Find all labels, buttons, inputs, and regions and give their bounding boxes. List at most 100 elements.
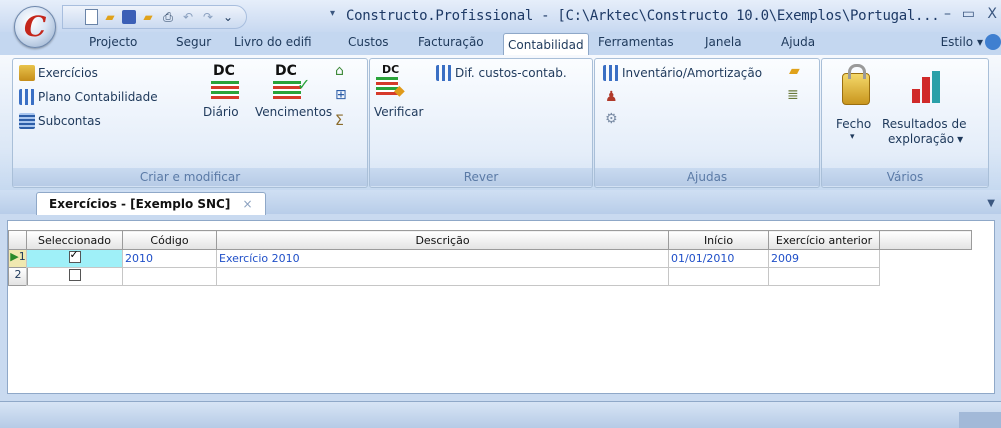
style-menu[interactable]: Estilo ▾ — [941, 35, 983, 49]
grid-corner — [8, 230, 27, 250]
tab-livro-do-edificio[interactable]: Livro do edifi — [234, 35, 312, 53]
inventario-label: Inventário/Amortização — [622, 66, 763, 80]
col-descricao[interactable]: Descrição — [216, 230, 669, 250]
maximize-button[interactable]: ▭ — [962, 6, 975, 22]
tab-projecto[interactable]: Projecto — [89, 35, 137, 53]
cell-anterior[interactable]: 2009 — [768, 249, 880, 268]
minimize-button[interactable]: – — [944, 6, 951, 22]
cell-anterior[interactable] — [768, 267, 880, 286]
group-label-criar: Criar e modificar — [13, 168, 367, 186]
app-menu-button[interactable]: C — [14, 6, 56, 48]
close-tab-icon[interactable]: × — [243, 197, 253, 211]
bar-chart-icon — [912, 71, 942, 103]
resultados-label-2: exploração ▾ — [888, 132, 964, 146]
tab-contabilidade[interactable]: Contabilidad — [503, 33, 589, 56]
dif-label: Dif. custos-contab. — [455, 66, 567, 80]
tab-scroll-down-icon[interactable]: ▼ — [987, 198, 995, 209]
col-filler — [879, 230, 972, 250]
sum-icon[interactable]: Σ — [335, 113, 351, 129]
cell-descricao[interactable] — [216, 267, 669, 286]
row-header-2[interactable]: 2 — [8, 267, 28, 286]
table-row[interactable]: 2010 Exercício 2010 01/01/2010 2009 — [26, 248, 972, 268]
quick-access-toolbar: ▰ ▰ ⎙ ↶ ↷ ⌄ — [62, 5, 247, 29]
group-rever: DC ◆ Verificar Dif. custos-contab. Rever — [369, 58, 593, 188]
redo-icon[interactable]: ↷ — [200, 9, 216, 25]
diario-icon — [211, 81, 239, 99]
exercicios-grid: ▶1 2 Seleccionado Código Descrição Iníci… — [7, 220, 995, 394]
diario-label: Diário — [203, 105, 239, 119]
col-codigo[interactable]: Código — [122, 230, 217, 250]
print-icon[interactable]: ⎙ — [160, 9, 176, 25]
grid-icon — [19, 113, 35, 129]
table-row[interactable] — [26, 267, 972, 286]
tab-ajuda[interactable]: Ajuda — [781, 35, 815, 53]
app-logo-letter: C — [24, 10, 47, 43]
row-pointer-icon: ▶ — [10, 250, 19, 263]
cell-descricao[interactable]: Exercício 2010 — [216, 249, 669, 268]
plano-label: Plano Contabilidade — [38, 90, 158, 104]
building-icon[interactable]: ⌂ — [335, 63, 351, 79]
checkbox-checked[interactable] — [68, 248, 81, 263]
tab-janela[interactable]: Janela — [705, 35, 742, 53]
col-seleccionado[interactable]: Seleccionado — [26, 230, 123, 250]
tab-segur[interactable]: Segur — [176, 35, 211, 53]
close-button[interactable]: X — [987, 6, 997, 22]
col-exercicio-anterior[interactable]: Exercício anterior — [768, 230, 880, 250]
lock-icon — [842, 64, 870, 105]
resize-grip[interactable] — [959, 412, 1001, 428]
cell-filler — [880, 268, 972, 286]
exercicios-button[interactable]: Exercícios — [19, 65, 98, 81]
new-document-icon[interactable] — [85, 9, 98, 25]
group-label-varios: Vários — [822, 168, 988, 186]
help-icon[interactable] — [985, 34, 1001, 50]
style-menu-label: Estilo — [940, 35, 974, 49]
tab-custos[interactable]: Custos — [348, 35, 389, 53]
warning-icon: ◆ — [394, 83, 405, 99]
open-recent-icon[interactable]: ▰ — [140, 9, 156, 25]
chart-bar-teal — [932, 71, 940, 103]
vencimentos-label: Vencimentos — [255, 105, 333, 119]
fecho-label: Fecho — [836, 117, 872, 131]
dif-custos-button[interactable]: Dif. custos-contab. — [436, 65, 567, 81]
cell-inicio[interactable]: 01/01/2010 — [668, 249, 769, 268]
subcontas-button[interactable]: Subcontas — [19, 113, 101, 129]
gear-icon[interactable]: ⚙ — [605, 111, 621, 127]
group-label-rever: Rever — [370, 168, 592, 186]
verificar-label: Verificar — [374, 105, 424, 119]
inventory-icon — [603, 65, 619, 81]
tab-facturacao[interactable]: Facturação — [418, 35, 484, 53]
cell-inicio[interactable] — [668, 267, 769, 286]
stack-icon[interactable]: ≣ — [787, 87, 803, 103]
inventario-button[interactable]: Inventário/Amortização — [603, 65, 762, 81]
save-icon[interactable] — [122, 10, 136, 24]
ribbon: Exercícios Plano Contabilidade Subcontas… — [0, 55, 1001, 191]
tab-ferramentas[interactable]: Ferramentas — [598, 35, 674, 53]
tree-small-icon[interactable]: ⊞ — [335, 87, 351, 103]
compare-icon — [436, 65, 452, 81]
chart-bar-red — [912, 89, 920, 103]
row-header-1[interactable]: ▶1 — [8, 249, 28, 268]
cell-codigo[interactable] — [122, 267, 217, 286]
folder-icon[interactable]: ▰ — [789, 63, 805, 79]
person-icon[interactable]: ♟ — [605, 89, 621, 105]
window-title: Constructo.Profissional - [C:\Arktec\Con… — [346, 8, 940, 24]
cell-seleccionado[interactable] — [26, 267, 123, 286]
undo-icon[interactable]: ↶ — [180, 9, 196, 25]
customize-qat-icon[interactable]: ⌄ — [220, 9, 236, 25]
document-tab-title: Exercícios - [Exemplo SNC] — [49, 197, 231, 211]
resultados-label: Resultados de — [882, 117, 967, 131]
group-ajudas: Inventário/Amortização ♟ ⚙ ▰ ≣ Ajudas — [594, 58, 820, 188]
group-criar-e-modificar: Exercícios Plano Contabilidade Subcontas… — [12, 58, 368, 188]
cell-seleccionado[interactable] — [26, 248, 123, 268]
checkmark-icon: ✓ — [297, 75, 311, 94]
qat-dropdown-icon[interactable]: ▾ — [330, 8, 335, 19]
document-tab[interactable]: Exercícios - [Exemplo SNC] × — [36, 192, 266, 215]
dc-label-2: DC — [275, 63, 297, 79]
checkbox-unchecked[interactable] — [68, 269, 81, 281]
subcontas-label: Subcontas — [38, 114, 101, 128]
cell-codigo[interactable]: 2010 — [122, 249, 217, 268]
exploracao-label: exploração — [888, 132, 955, 146]
plano-contabilidade-button[interactable]: Plano Contabilidade — [19, 89, 158, 105]
open-folder-icon[interactable]: ▰ — [102, 9, 118, 25]
col-inicio[interactable]: Início — [668, 230, 769, 250]
